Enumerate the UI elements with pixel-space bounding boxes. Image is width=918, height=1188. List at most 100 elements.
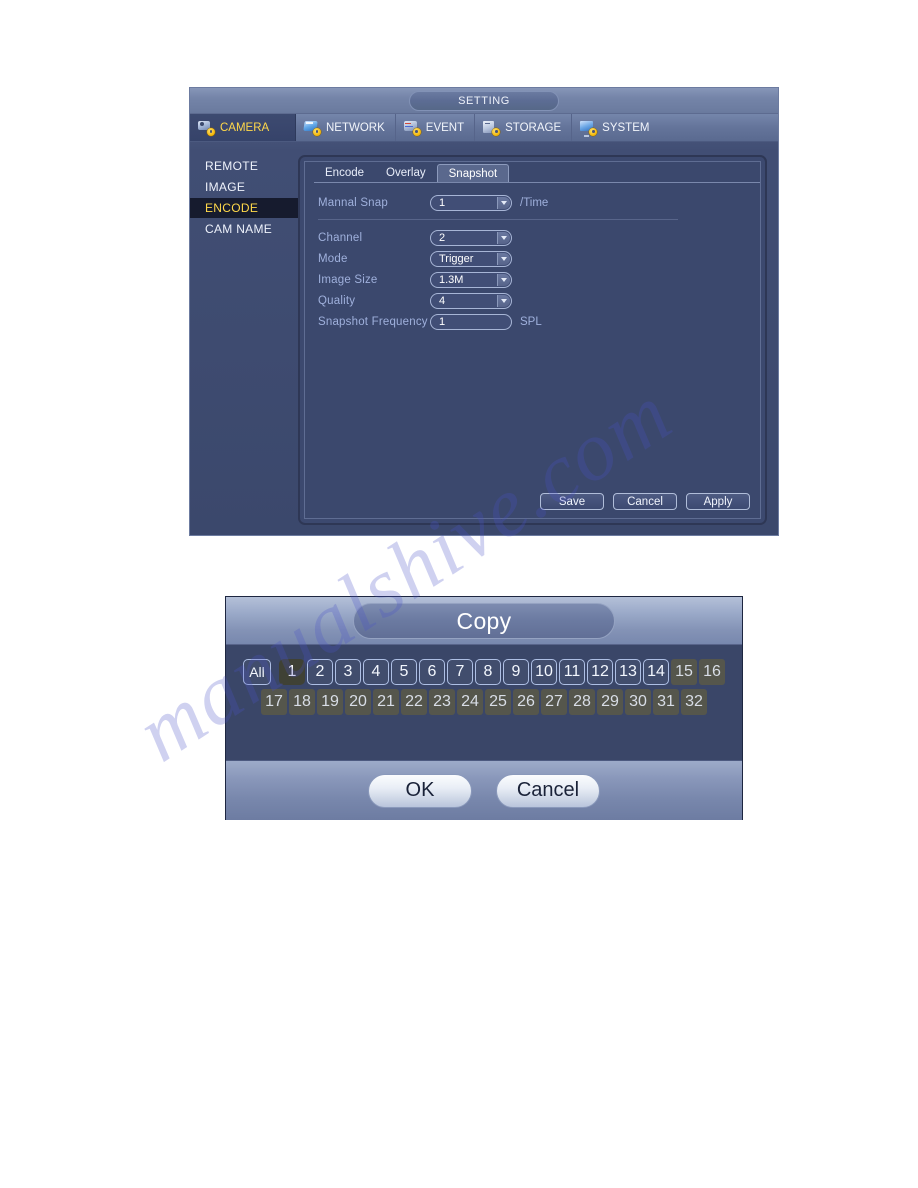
field-quality: Quality 4 <box>318 290 760 311</box>
channel-button-24: 24 <box>457 689 483 715</box>
channel-button-2[interactable]: 2 <box>307 659 333 685</box>
apply-button[interactable]: Apply <box>686 493 750 510</box>
nav-label-network: NETWORK <box>326 121 385 134</box>
channel-button-20: 20 <box>345 689 371 715</box>
sidebar-item-cam-name[interactable]: CAM NAME <box>190 219 298 239</box>
nav-label-storage: STORAGE <box>505 121 562 134</box>
nav-label-event: EVENT <box>425 121 465 134</box>
channel-button-14[interactable]: 14 <box>643 659 669 685</box>
inner-tabs: Encode Overlay Snapshot <box>314 164 760 183</box>
mode-value: Trigger <box>439 252 474 265</box>
channel-button-31: 31 <box>653 689 679 715</box>
channel-button-6[interactable]: 6 <box>419 659 445 685</box>
channel-button-9[interactable]: 9 <box>503 659 529 685</box>
nav-item-system[interactable]: SYSTEM <box>572 114 778 141</box>
channel-button-10[interactable]: 10 <box>531 659 557 685</box>
label-channel: Channel <box>318 231 363 244</box>
nav-item-event[interactable]: EVENT <box>396 114 476 141</box>
sidebar-item-remote[interactable]: REMOTE <box>190 156 298 176</box>
tab-snapshot[interactable]: Snapshot <box>436 164 510 183</box>
tab-underline <box>314 182 760 183</box>
content-inner: Encode Overlay Snapshot Mannal Snap 1 /T… <box>304 161 761 519</box>
copy-dialog: Copy All 1 2 3 4 5 6 7 8 9 10 11 12 13 1… <box>225 596 743 820</box>
channel-button-29: 29 <box>597 689 623 715</box>
label-image-size: Image Size <box>318 273 378 286</box>
ok-button[interactable]: OK <box>368 773 472 808</box>
storage-icon <box>483 120 501 136</box>
setting-title: SETTING <box>409 91 559 111</box>
channel-button-12[interactable]: 12 <box>587 659 613 685</box>
setting-title-bar: SETTING <box>190 88 778 114</box>
channel-button-4[interactable]: 4 <box>363 659 389 685</box>
content-panel: Encode Overlay Snapshot Mannal Snap 1 /T… <box>298 155 767 525</box>
tab-overlay[interactable]: Overlay <box>375 164 437 183</box>
nav-item-storage[interactable]: STORAGE <box>475 114 573 141</box>
channel-button-32: 32 <box>681 689 707 715</box>
field-snapshot-frequency: Snapshot Frequency 1 SPL <box>318 311 760 332</box>
action-buttons: Save Cancel Apply <box>540 493 750 510</box>
channel-value: 2 <box>439 231 446 244</box>
chevron-down-icon[interactable] <box>497 273 510 286</box>
nav-item-network[interactable]: NETWORK <box>296 114 396 141</box>
event-icon <box>403 120 421 136</box>
setting-body: REMOTE IMAGE ENCODE CAM NAME Encode Over… <box>190 142 778 535</box>
channel-button-3[interactable]: 3 <box>335 659 361 685</box>
image-size-dropdown[interactable]: 1.3M <box>430 271 512 288</box>
label-snapshot-frequency: Snapshot Frequency <box>318 315 428 328</box>
system-icon <box>580 120 598 137</box>
unit-snapshot-frequency: SPL <box>520 315 542 328</box>
chevron-down-icon[interactable] <box>497 196 510 209</box>
unit-manual-snap: /Time <box>520 196 549 209</box>
channel-button-5[interactable]: 5 <box>391 659 417 685</box>
nav-label-system: SYSTEM <box>602 121 650 134</box>
quality-dropdown[interactable]: 4 <box>430 292 512 309</box>
setting-window: SETTING CAMERA NETWORK EVENT STORAGE SYS… <box>190 88 778 535</box>
page-root: SETTING CAMERA NETWORK EVENT STORAGE SYS… <box>0 0 918 1188</box>
field-image-size: Image Size 1.3M <box>318 269 760 290</box>
channel-button-26: 26 <box>513 689 539 715</box>
channel-button-8[interactable]: 8 <box>475 659 501 685</box>
channel-selector: All 1 2 3 4 5 6 7 8 9 10 11 12 13 14 15 … <box>226 645 742 760</box>
field-mode: Mode Trigger <box>318 248 760 269</box>
sidebar-item-encode[interactable]: ENCODE <box>190 198 298 218</box>
nav-item-camera[interactable]: CAMERA <box>190 114 296 141</box>
chevron-down-icon[interactable] <box>497 294 510 307</box>
channel-button-11[interactable]: 11 <box>559 659 585 685</box>
tab-encode[interactable]: Encode <box>314 164 375 183</box>
cancel-button[interactable]: Cancel <box>496 773 600 808</box>
field-channel: Channel 2 <box>318 227 760 248</box>
camera-icon <box>198 120 215 136</box>
channel-row-2: 17 18 19 20 21 22 23 24 25 26 27 28 29 3… <box>226 689 742 715</box>
label-mode: Mode <box>318 252 348 265</box>
channel-button-25: 25 <box>485 689 511 715</box>
channel-button-17: 17 <box>261 689 287 715</box>
sidebar-item-image[interactable]: IMAGE <box>190 177 298 197</box>
channel-row-1: All 1 2 3 4 5 6 7 8 9 10 11 12 13 14 15 … <box>226 659 742 685</box>
field-manual-snap: Mannal Snap 1 /Time <box>318 192 760 213</box>
chevron-down-icon[interactable] <box>497 231 510 244</box>
manual-snap-value: 1 <box>439 196 446 209</box>
snapshot-form: Mannal Snap 1 /Time Channel 2 Mode Trigg… <box>305 183 760 332</box>
channel-button-22: 22 <box>401 689 427 715</box>
channel-button-28: 28 <box>569 689 595 715</box>
channel-all-button[interactable]: All <box>243 659 271 685</box>
channel-button-7[interactable]: 7 <box>447 659 473 685</box>
save-button[interactable]: Save <box>540 493 604 510</box>
manual-snap-dropdown[interactable]: 1 <box>430 194 512 211</box>
mode-dropdown[interactable]: Trigger <box>430 250 512 267</box>
network-icon <box>303 120 321 136</box>
nav-label-camera: CAMERA <box>220 121 270 134</box>
channel-button-16: 16 <box>699 659 725 685</box>
channel-button-19: 19 <box>317 689 343 715</box>
cancel-button[interactable]: Cancel <box>613 493 677 510</box>
copy-dialog-footer: OK Cancel <box>226 760 742 820</box>
channel-dropdown[interactable]: 2 <box>430 229 512 246</box>
label-quality: Quality <box>318 294 356 307</box>
copy-dialog-title-bar: Copy <box>226 597 742 645</box>
channel-button-30: 30 <box>625 689 651 715</box>
channel-button-13[interactable]: 13 <box>615 659 641 685</box>
chevron-down-icon[interactable] <box>497 252 510 265</box>
snapshot-frequency-input[interactable]: 1 <box>430 313 512 330</box>
channel-button-1[interactable]: 1 <box>279 659 305 685</box>
channel-button-18: 18 <box>289 689 315 715</box>
